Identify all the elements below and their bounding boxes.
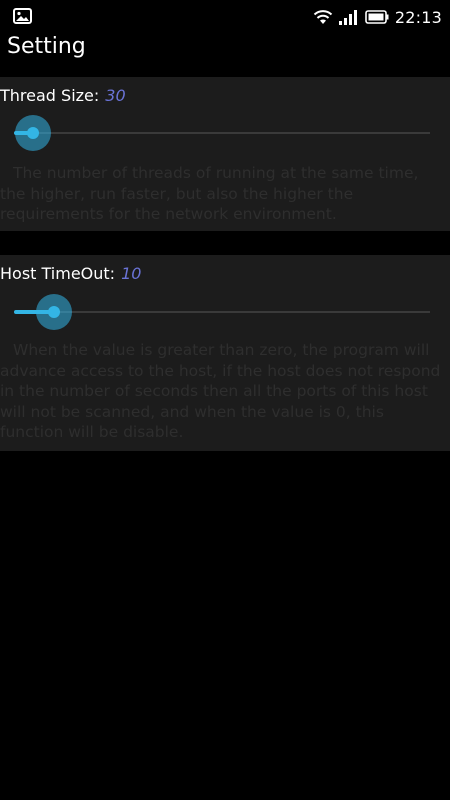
thread-size-label: Thread Size: — [0, 86, 100, 105]
title-bar: Setting — [0, 33, 450, 68]
status-bar: 22:13 — [0, 0, 450, 33]
page-title: Setting — [7, 34, 86, 59]
slider-thumb[interactable] — [14, 115, 51, 151]
status-icons: 22:13 — [313, 6, 442, 28]
slider-track — [14, 132, 430, 134]
thread-size-description: The number of threads of running at the … — [0, 164, 419, 223]
wifi-icon — [313, 10, 333, 24]
thread-size-value: 30 — [105, 86, 126, 105]
host-timeout-label: Host TimeOut: — [0, 264, 116, 283]
thread-size-label-row: Thread Size: 30 — [0, 86, 126, 105]
host-timeout-value: 10 — [121, 264, 142, 283]
host-timeout-panel: Host TimeOut: 10 When the value is greate… — [0, 255, 450, 451]
battery-icon — [365, 10, 389, 24]
slider-thumb[interactable] — [35, 294, 72, 330]
host-timeout-slider[interactable] — [14, 294, 430, 330]
host-timeout-label-row: Host TimeOut: 10 — [0, 264, 141, 283]
gallery-notification-icon — [13, 8, 32, 24]
host-timeout-description: When the value is greater than zero, the… — [0, 341, 441, 441]
thread-size-slider[interactable] — [14, 115, 430, 151]
thread-size-panel: Thread Size: 30 The number of threads of … — [0, 77, 450, 231]
slider-track — [14, 311, 430, 313]
signal-icon — [338, 10, 357, 25]
status-time: 22:13 — [394, 7, 442, 27]
